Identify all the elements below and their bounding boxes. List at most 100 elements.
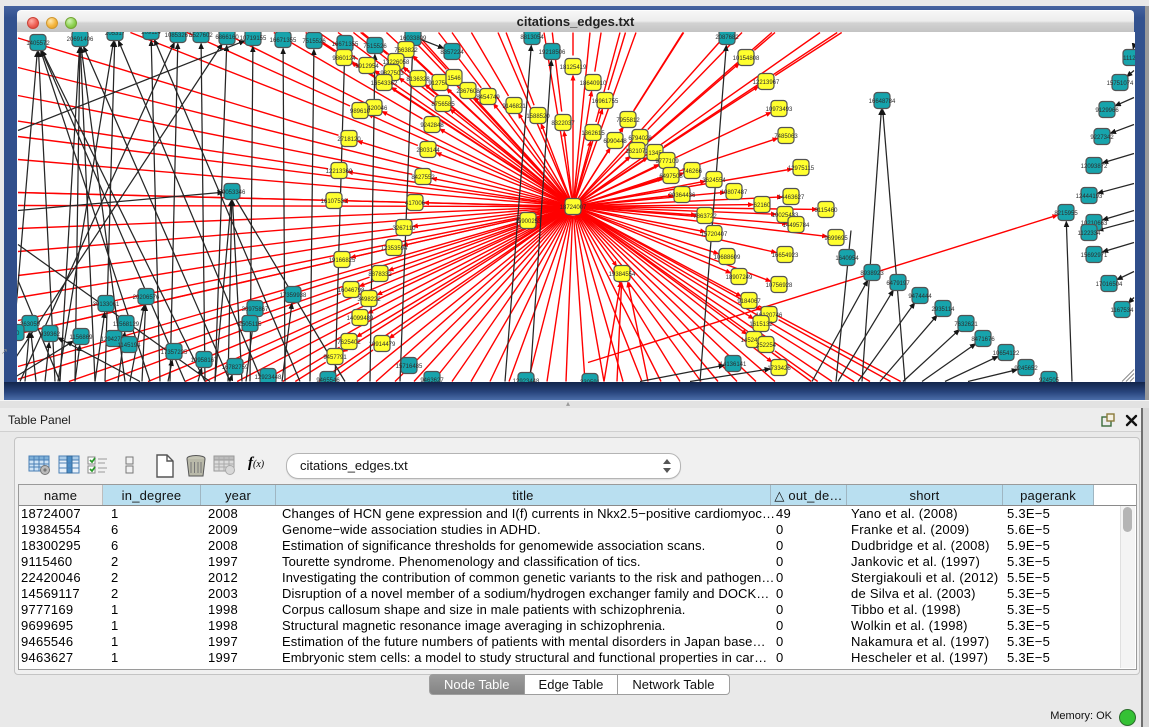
svg-text:14099489: 14099489: [347, 316, 374, 322]
svg-text:9129966: 9129966: [1095, 108, 1119, 114]
svg-text:16671355: 16671355: [270, 38, 297, 44]
svg-text:12353594: 12353594: [381, 246, 408, 252]
svg-text:8454749: 8454749: [476, 95, 500, 101]
svg-text:12444193: 12444193: [1076, 194, 1103, 200]
svg-text:15716485: 15716485: [396, 364, 423, 370]
svg-text:6497508: 6497508: [659, 174, 683, 180]
svg-text:20691406: 20691406: [67, 37, 94, 43]
svg-text:10973493: 10973493: [766, 107, 793, 113]
svg-text:9463627: 9463627: [420, 378, 444, 382]
svg-text:7485063: 7485063: [774, 134, 798, 140]
svg-text:2505115: 2505115: [239, 322, 263, 328]
svg-text:8878332: 8878332: [368, 272, 392, 278]
svg-text:8471676: 8471676: [971, 337, 995, 343]
svg-text:2087682: 2087682: [715, 35, 739, 41]
svg-text:16671355: 16671355: [332, 42, 359, 48]
svg-text:1145194: 1145194: [118, 343, 142, 349]
svg-text:12923448: 12923448: [513, 379, 540, 382]
svg-text:6990448: 6990448: [603, 139, 627, 145]
svg-text:746266: 746266: [682, 169, 703, 175]
svg-text:7632621: 7632621: [954, 322, 978, 328]
svg-text:10154808: 10154808: [733, 56, 760, 62]
svg-text:9860124: 9860124: [332, 56, 356, 62]
svg-text:15751074: 15751074: [1107, 81, 1134, 87]
svg-text:18724007: 18724007: [560, 205, 587, 211]
svg-text:8756585: 8756585: [431, 102, 455, 108]
svg-text:12093872: 12093872: [1081, 164, 1108, 170]
svg-text:20206576: 20206576: [133, 295, 160, 301]
svg-text:7955812: 7955812: [616, 118, 640, 124]
svg-text:14136141: 14136141: [720, 362, 747, 368]
svg-text:9699695: 9699695: [824, 236, 848, 242]
svg-text:9227342: 9227342: [1090, 135, 1114, 141]
svg-text:18907249: 18907249: [726, 275, 753, 281]
svg-text:9146821: 9146821: [502, 104, 526, 110]
svg-text:30975867: 30975867: [242, 307, 269, 313]
svg-text:1615132: 1615132: [749, 322, 773, 328]
svg-text:16782759: 16782759: [222, 365, 249, 371]
svg-text:7663822: 7663822: [394, 48, 418, 54]
svg-text:12975115: 12975115: [788, 166, 815, 172]
svg-text:9777109: 9777109: [655, 159, 679, 165]
svg-text:8912954: 8912954: [355, 64, 379, 70]
svg-text:8813054: 8813054: [520, 35, 544, 41]
svg-text:10719155: 10719155: [240, 36, 267, 42]
svg-text:330591: 330591: [580, 380, 601, 382]
svg-text:989610: 989610: [350, 109, 371, 115]
svg-text:12213369: 12213369: [326, 169, 353, 175]
svg-text:9242848: 9242848: [420, 123, 444, 129]
svg-text:2718120: 2718120: [337, 137, 361, 143]
svg-text:9457791: 9457791: [323, 355, 347, 361]
svg-text:7515526: 7515526: [363, 44, 387, 50]
svg-text:6794028: 6794028: [628, 136, 652, 142]
svg-text:8427552: 8427552: [411, 175, 435, 181]
svg-text:924505: 924505: [1039, 378, 1060, 382]
svg-text:9465546: 9465546: [316, 378, 340, 382]
svg-text:6866160: 6866160: [215, 35, 239, 41]
svg-text:1167534: 1167534: [1111, 308, 1135, 314]
svg-text:1122334: 1122334: [1078, 231, 1102, 237]
svg-text:16543362: 16543362: [371, 81, 398, 87]
svg-text:7863722: 7863722: [693, 214, 717, 220]
svg-text:2803144: 2803144: [416, 148, 440, 154]
svg-text:16107533: 16107533: [321, 199, 348, 205]
svg-text:19384554: 19384554: [609, 272, 636, 278]
svg-text:8938923: 8938923: [860, 271, 884, 277]
svg-text:19166825: 19166825: [329, 258, 356, 264]
svg-text:8357224: 8357224: [440, 50, 464, 56]
svg-text:2935114: 2935114: [932, 307, 956, 313]
svg-text:17359938: 17359938: [280, 293, 307, 299]
svg-text:3498222: 3498222: [357, 297, 381, 303]
svg-text:15692971: 15692971: [1081, 253, 1108, 259]
svg-text:8136328: 8136328: [406, 77, 430, 83]
svg-text:1588520: 1588520: [526, 114, 550, 120]
svg-text:6479197: 6479197: [886, 281, 910, 287]
svg-text:10654122: 10654122: [993, 351, 1020, 357]
svg-text:1546: 1546: [447, 76, 461, 82]
svg-text:10688609: 10688609: [714, 255, 741, 261]
svg-text:17357225: 17357225: [161, 350, 188, 356]
svg-text:9474444: 9474444: [908, 294, 932, 300]
svg-text:417006: 417006: [405, 201, 426, 207]
svg-text:3267110: 3267110: [393, 226, 417, 232]
svg-text:10914479: 10914479: [369, 342, 396, 348]
svg-text:15900253: 15900253: [515, 219, 542, 225]
svg-text:209114: 209114: [141, 32, 161, 36]
svg-text:20053346: 20053346: [219, 190, 246, 196]
svg-text:7515526: 7515526: [302, 39, 326, 45]
svg-text:9115460: 9115460: [815, 208, 839, 214]
svg-text:10958167: 10958167: [191, 358, 218, 364]
svg-text:16961755: 16961755: [592, 99, 619, 105]
svg-text:1621072: 1621072: [625, 149, 649, 155]
svg-text:9184067: 9184067: [737, 299, 761, 305]
svg-text:9245652: 9245652: [1014, 366, 1038, 372]
svg-text:18640910: 18640910: [580, 81, 607, 87]
svg-text:10756928: 10756928: [766, 283, 793, 289]
svg-text:1156869: 1156869: [70, 335, 94, 341]
svg-text:14463627: 14463627: [778, 195, 805, 201]
svg-text:1527602: 1527602: [189, 33, 213, 39]
svg-text:16033809: 16033809: [400, 36, 427, 42]
svg-text:1733426: 1733426: [767, 366, 791, 372]
svg-text:19218506: 19218506: [539, 50, 566, 56]
svg-text:10807487: 10807487: [721, 190, 748, 196]
